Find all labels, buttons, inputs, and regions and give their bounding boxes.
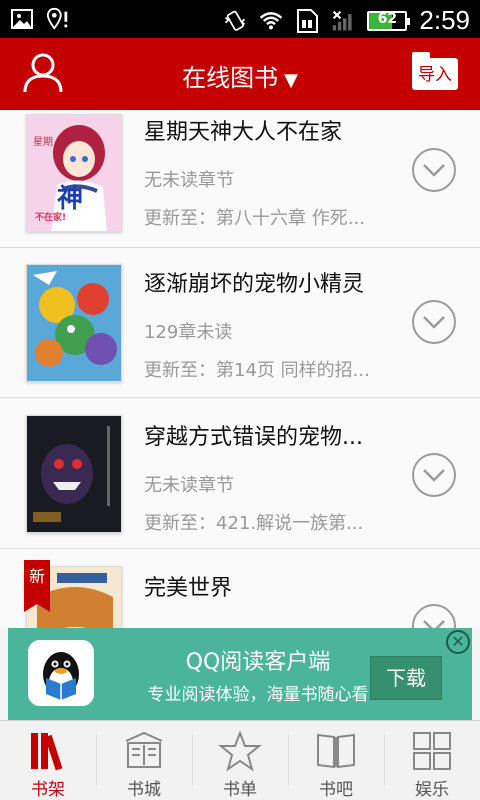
book-status: 无未读章节 <box>144 170 234 191</box>
expand-button[interactable] <box>412 453 456 497</box>
nav-label: 书架 <box>31 780 65 800</box>
signal-icon <box>331 9 355 33</box>
chevron-down-icon <box>423 620 445 628</box>
nav-item-booklist[interactable]: 书单 <box>192 721 288 800</box>
expand-button[interactable] <box>412 604 456 628</box>
list-item[interactable]: 穿越方式错误的宠物... 无未读章节 更新至：421.解说一族第... <box>0 399 480 549</box>
bookstore-icon <box>122 729 166 773</box>
download-button[interactable]: 下载 <box>370 656 442 700</box>
chevron-down-icon: ▼ <box>284 70 298 91</box>
sim-icon <box>295 8 319 33</box>
qq-reader-logo <box>28 640 94 706</box>
nav-label: 书城 <box>127 780 161 800</box>
location-alert-icon <box>46 7 70 31</box>
gallery-icon <box>10 7 34 31</box>
chevron-down-icon <box>423 164 445 177</box>
nav-label: 书单 <box>223 780 257 800</box>
clock: 2:59 <box>419 5 470 35</box>
expand-button[interactable] <box>412 148 456 192</box>
chevron-down-icon <box>423 469 445 482</box>
battery-icon: 62 <box>367 10 411 31</box>
app-header: 在线图书 ▼ 导入 <box>0 38 480 110</box>
nav-label: 书吧 <box>319 780 353 800</box>
nav-item-entertainment[interactable]: 娱乐 <box>384 721 480 800</box>
wifi-icon <box>259 9 283 33</box>
book-status: 无未读章节 <box>144 475 234 496</box>
battery-percent: 62 <box>377 10 398 27</box>
new-badge: 新 <box>24 560 50 612</box>
book-title: 星期天神大人不在家 <box>144 120 343 145</box>
grid-icon <box>410 729 454 773</box>
book-update: 更新至：第14页 同样的招... <box>144 360 370 381</box>
nav-item-bookstore[interactable]: 书城 <box>96 721 192 800</box>
nav-item-bookshelf[interactable]: 书架 <box>0 721 96 800</box>
list-item[interactable]: 星期 不在家! 神 星期天神大人不在家 无未读章节 更新至：第八十六章 作死..… <box>0 110 480 248</box>
open-book-icon <box>314 729 358 773</box>
book-status: 129章未读 <box>144 322 233 343</box>
expand-button[interactable] <box>412 300 456 344</box>
book-update: 更新至：421.解说一族第... <box>144 513 364 534</box>
list-item[interactable]: 逐渐崩坏的宠物小精灵 129章未读 更新至：第14页 同样的招... <box>0 248 480 398</box>
status-bar: 62 2:59 <box>0 0 480 38</box>
book-title: 逐渐崩坏的宠物小精灵 <box>144 272 365 297</box>
bookshelf-icon <box>26 729 70 773</box>
library-selector[interactable]: 在线图书 ▼ <box>0 58 480 93</box>
ad-title: QQ阅读客户端 <box>185 650 331 675</box>
page-title: 在线图书 <box>182 64 279 92</box>
book-title: 穿越方式错误的宠物... <box>144 425 363 450</box>
bottom-nav: 书架 书城 书单 书吧 娱乐 <box>0 720 480 800</box>
ad-banner[interactable]: QQ阅读客户端 专业阅读体验，海量书随心看 下载 ✕ <box>8 628 472 720</box>
star-icon <box>218 729 262 773</box>
close-icon[interactable]: ✕ <box>446 630 470 654</box>
book-title: 完美世界 <box>144 576 233 601</box>
import-button[interactable]: 导入 <box>412 52 458 90</box>
book-list[interactable]: 星期 不在家! 神 星期天神大人不在家 无未读章节 更新至：第八十六章 作死..… <box>0 110 480 628</box>
book-cover <box>26 264 122 382</box>
nav-label: 娱乐 <box>415 780 449 800</box>
nav-item-bookbar[interactable]: 书吧 <box>288 721 384 800</box>
book-cover <box>26 415 122 533</box>
chevron-down-icon <box>423 316 445 329</box>
list-item[interactable]: 新 完美世界 <box>0 550 480 628</box>
book-cover: 星期 不在家! 神 <box>26 114 122 232</box>
book-update: 更新至：第八十六章 作死... <box>144 208 365 229</box>
svg-text:星期: 星期 <box>33 136 53 148</box>
ad-subtitle: 专业阅读体验，海量书随心看 <box>147 685 369 705</box>
cover-title: 神 <box>57 184 83 214</box>
vibrate-icon <box>223 9 247 33</box>
